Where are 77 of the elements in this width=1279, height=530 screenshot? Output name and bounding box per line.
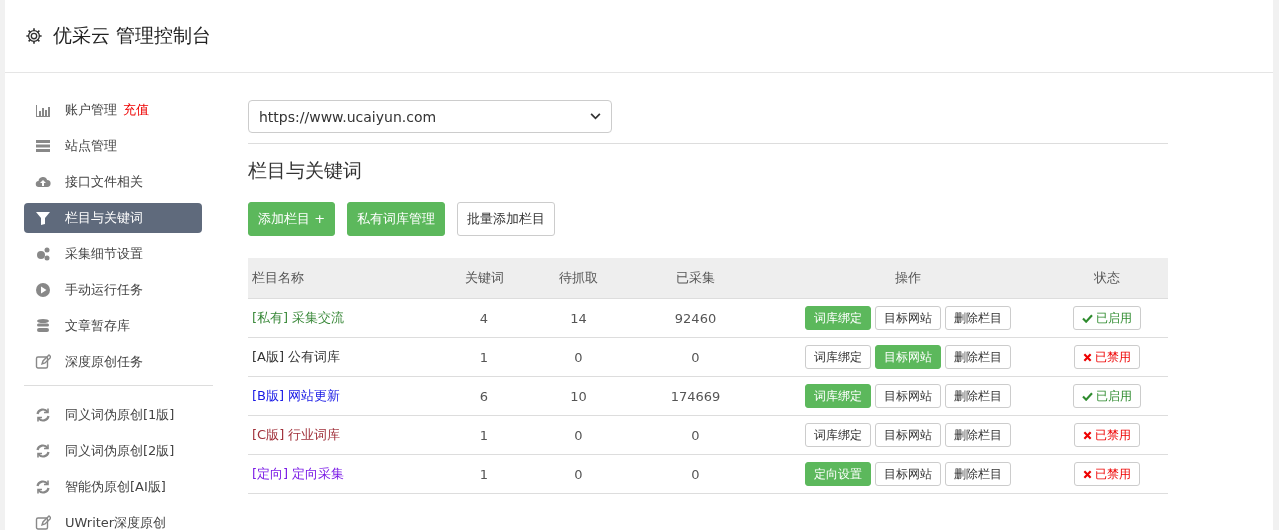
- table-cell: 174669: [670, 388, 721, 404]
- status-button[interactable]: 已禁用: [1074, 345, 1140, 369]
- action-button[interactable]: 目标网站: [874, 384, 941, 408]
- refresh-icon: [35, 443, 51, 459]
- column-header: 操作: [769, 258, 1046, 299]
- column-name-link[interactable]: [定向] 定向采集: [252, 466, 345, 481]
- column-name-link[interactable]: [C版] 行业词库: [252, 427, 341, 442]
- site-select[interactable]: https://www.ucaiyun.com: [248, 100, 612, 133]
- sidebar-item[interactable]: 智能伪原创[AI版]: [24, 472, 202, 502]
- action-button[interactable]: 删除栏目: [944, 306, 1011, 330]
- recharge-link[interactable]: 充值: [123, 101, 149, 119]
- action-button[interactable]: 删除栏目: [944, 462, 1011, 486]
- sidebar-item[interactable]: 手动运行任务: [24, 275, 202, 305]
- table-cell: 0: [691, 349, 700, 365]
- sidebar-item[interactable]: 栏目与关键词: [24, 203, 202, 233]
- table-cell: 6: [479, 388, 489, 404]
- column-name-link[interactable]: [B版] 网站更新: [252, 388, 341, 403]
- cloud-upload-icon: [35, 174, 51, 190]
- sidebar-item[interactable]: 接口文件相关: [24, 167, 202, 197]
- refresh-icon: [35, 479, 51, 495]
- action-button[interactable]: 目标网站: [874, 306, 941, 330]
- sidebar-item[interactable]: 同义词伪原创[2版]: [24, 436, 202, 466]
- table-cell: 10: [570, 388, 587, 404]
- action-button[interactable]: 目标网站: [874, 423, 941, 447]
- column-name-link[interactable]: [A版] 公有词库: [252, 349, 341, 364]
- column-header: 状态: [1046, 258, 1168, 299]
- refresh-icon: [35, 407, 51, 423]
- table-cell: 0: [574, 349, 583, 365]
- check-icon: [1082, 391, 1093, 401]
- cross-icon: [1083, 352, 1092, 362]
- sidebar-item[interactable]: UWriter深度原创: [24, 508, 202, 530]
- status-button[interactable]: 已禁用: [1074, 423, 1140, 447]
- status-button[interactable]: 已启用: [1073, 384, 1141, 408]
- bar-chart-icon: [35, 102, 51, 118]
- action-button[interactable]: 删除栏目: [944, 423, 1011, 447]
- chevron-down-icon: [590, 113, 601, 120]
- sidebar-item[interactable]: 同义词伪原创[1版]: [24, 400, 202, 430]
- sidebar-item[interactable]: 采集细节设置: [24, 239, 202, 269]
- column-header: 关键词: [433, 258, 535, 299]
- table-cell: 0: [574, 427, 583, 443]
- play-icon: [35, 282, 51, 298]
- database-icon: [35, 318, 51, 334]
- column-name-link[interactable]: [私有] 采集交流: [252, 310, 345, 325]
- table-cell: 0: [691, 427, 700, 443]
- table-cell: 14: [570, 310, 587, 326]
- action-button[interactable]: 删除栏目: [944, 345, 1011, 369]
- server-icon: [35, 138, 51, 154]
- status-button[interactable]: 已禁用: [1074, 462, 1140, 486]
- sidebar-item[interactable]: 账户管理 充值: [24, 95, 202, 125]
- filter-icon: [35, 210, 51, 226]
- table-cell: 1: [479, 466, 489, 482]
- table-cell: 92460: [674, 310, 717, 326]
- sidebar-item[interactable]: 深度原创任务: [24, 347, 202, 377]
- settings-icon: [25, 27, 43, 45]
- sidebar-item[interactable]: 文章暂存库: [24, 311, 202, 341]
- table-cell: 0: [574, 466, 583, 482]
- column-header: 栏目名称: [248, 258, 433, 299]
- table-cell: 4: [479, 310, 489, 326]
- cross-icon: [1083, 430, 1092, 440]
- action-button[interactable]: 词库绑定: [804, 423, 871, 447]
- sidebar-item[interactable]: 站点管理: [24, 131, 202, 161]
- action-button[interactable]: 删除栏目: [944, 384, 1011, 408]
- console-title: 优采云 管理控制台: [53, 23, 212, 48]
- edit-icon: [35, 354, 51, 370]
- table-cell: 1: [479, 349, 489, 365]
- column-header: 待抓取: [535, 258, 622, 299]
- section-title: 栏目与关键词: [248, 158, 363, 183]
- toolbar-button[interactable]: 批量添加栏目: [457, 202, 556, 236]
- status-button[interactable]: 已启用: [1073, 306, 1141, 330]
- action-button[interactable]: 目标网站: [874, 462, 941, 486]
- table-cell: 0: [691, 466, 700, 482]
- column-header: 已采集: [622, 258, 769, 299]
- action-button[interactable]: 词库绑定: [804, 345, 871, 369]
- table-cell: 1: [479, 427, 489, 443]
- edit-icon: [35, 515, 51, 530]
- cross-icon: [1083, 469, 1092, 479]
- check-icon: [1082, 313, 1093, 323]
